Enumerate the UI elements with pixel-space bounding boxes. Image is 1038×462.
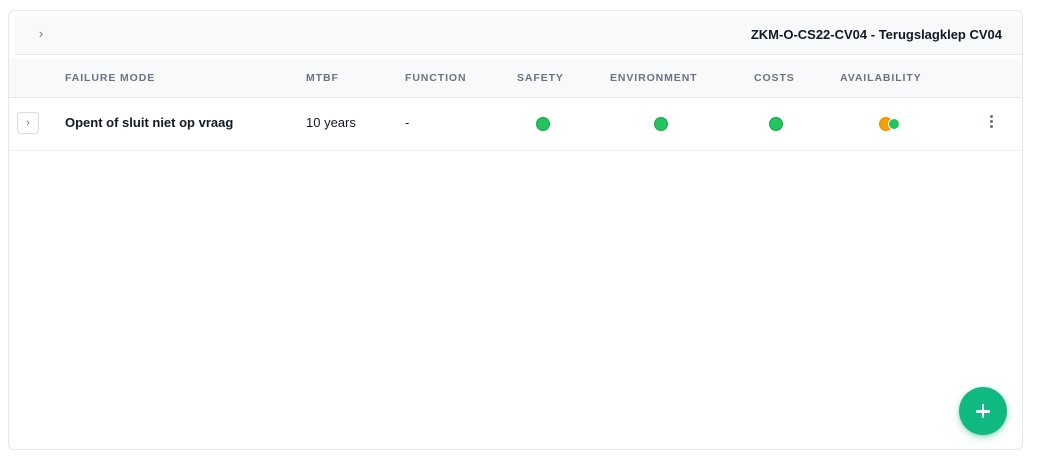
- column-header-function: FUNCTION: [405, 72, 467, 84]
- table-row[interactable]: › Opent of sluit niet op vraag 10 years …: [9, 98, 1022, 151]
- asset-header: › ZKM-O-CS22-CV04 - Terugslagklep CV04: [15, 16, 1022, 55]
- expand-row-button[interactable]: ›: [17, 112, 39, 134]
- add-failure-mode-button[interactable]: [959, 387, 1007, 435]
- safety-status-indicator: [536, 117, 550, 131]
- failure-modes-card: › ZKM-O-CS22-CV04 - Terugslagklep CV04 F…: [8, 10, 1023, 450]
- costs-status-indicator: [769, 117, 783, 131]
- chevron-right-icon: ›: [26, 117, 30, 129]
- column-header-environment: ENVIRONMENT: [610, 72, 698, 84]
- column-header-availability: AVAILABILITY: [840, 72, 922, 84]
- kebab-menu-icon[interactable]: [985, 113, 997, 133]
- asset-title: ZKM-O-CS22-CV04 - Terugslagklep CV04: [750, 27, 1002, 42]
- column-header-costs: COSTS: [754, 72, 795, 84]
- availability-status-indicator-target: [888, 118, 900, 130]
- environment-status-indicator: [654, 117, 668, 131]
- column-header-mtbf: MTBF: [306, 72, 339, 84]
- failure-mode-cell: Opent of sluit niet op vraag: [65, 115, 234, 130]
- column-header-failure-mode: FAILURE MODE: [65, 72, 156, 84]
- chevron-right-icon[interactable]: ›: [33, 26, 49, 42]
- function-cell: -: [405, 115, 410, 130]
- mtbf-cell: 10 years: [306, 115, 356, 130]
- column-header-safety: SAFETY: [517, 72, 564, 84]
- table-header: FAILURE MODE MTBF FUNCTION SAFETY ENVIRO…: [9, 59, 1022, 98]
